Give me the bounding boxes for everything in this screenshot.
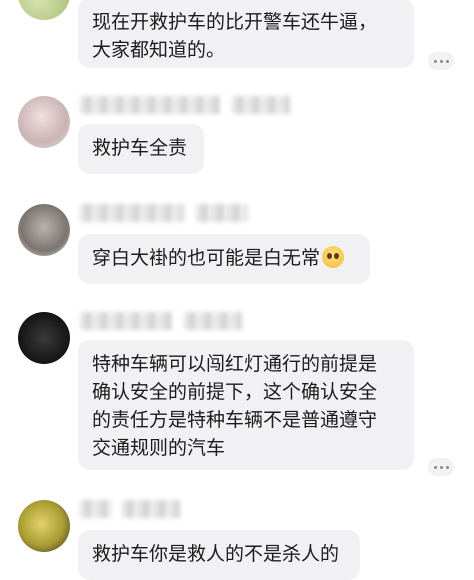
comment-bubble[interactable]: 穿白大褂的也可能是白无常 (78, 234, 370, 284)
comment-text-line: 救护车全责 (92, 137, 188, 159)
comment-text-line: 大家都知道的。 (92, 39, 226, 61)
comment-bubble[interactable]: 救护车全责 (78, 124, 204, 174)
comment-text-line: 救护车你是救人的不是杀人的 (92, 543, 340, 565)
username-blurred (80, 500, 112, 518)
more-dots-icon[interactable] (428, 458, 454, 476)
comment-text-line: 确认安全的前提下，这个确认安全 (92, 381, 378, 403)
comment-text-line: 穿白大褂的也可能是白无常 (92, 247, 321, 269)
comment-text-line: 交通规则的汽车 (92, 437, 226, 459)
username-blurred (80, 96, 220, 114)
username-blurred (196, 204, 248, 222)
avatar[interactable] (18, 500, 70, 552)
avatar[interactable] (18, 96, 70, 148)
username-blurred (232, 96, 290, 114)
username-blurred (80, 204, 184, 222)
username-blurred (80, 312, 172, 330)
comment-text-line: 特种车辆可以闯红灯通行的前提是 (92, 353, 378, 375)
avatar[interactable] (18, 312, 70, 364)
avatar[interactable] (18, 0, 70, 20)
comment-text-line: 现在开救护车的比开警车还牛逼， (92, 11, 378, 33)
comment-bubble[interactable]: 救护车你是救人的不是杀人的 (78, 530, 360, 580)
comment-bubble[interactable]: 特种车辆可以闯红灯通行的前提是 确认安全的前提下，这个确认安全 的责任方是特种车… (78, 340, 414, 470)
comment-text-line: 的责任方是特种车辆不是普通遵守 (92, 409, 378, 431)
more-dots-icon[interactable] (428, 52, 454, 70)
pleading-face-emoji (322, 246, 345, 268)
username-blurred (184, 312, 242, 330)
comment-bubble[interactable]: 现在开救护车的比开警车还牛逼， 大家都知道的。 (78, 0, 414, 68)
username-blurred (122, 500, 180, 518)
avatar[interactable] (18, 204, 70, 256)
